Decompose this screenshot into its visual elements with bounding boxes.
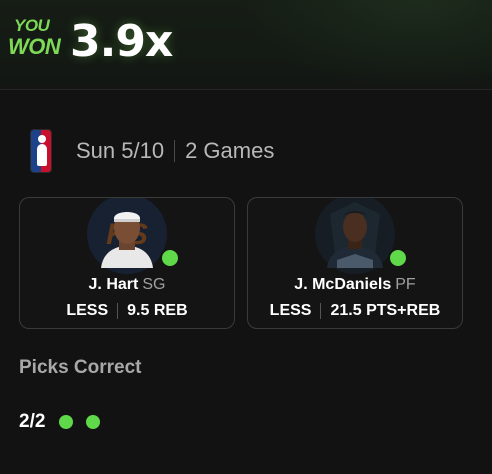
player-avatar-hart bbox=[101, 212, 153, 268]
pick-card-mcdaniels[interactable]: J. McDaniels PF LESS 21.5 PTS+REB bbox=[247, 197, 463, 329]
pick-stat: PTS+REB bbox=[366, 302, 441, 319]
game-date: Sun 5/10 bbox=[76, 138, 165, 163]
league-divider bbox=[174, 140, 176, 162]
pick-stat: REB bbox=[153, 302, 188, 319]
league-row: Sun 5/10 2 Games bbox=[30, 128, 274, 174]
player-name-text: J. McDaniels bbox=[294, 276, 392, 293]
player-name-text: J. Hart bbox=[88, 276, 139, 293]
pick-divider bbox=[320, 303, 322, 319]
pick-correct-icon bbox=[160, 248, 180, 268]
picks-correct-row: 2/2 bbox=[19, 411, 113, 433]
player-name: J. Hart SG bbox=[20, 276, 234, 294]
you-won-label: YOU WON bbox=[8, 16, 61, 59]
pick-value: 21.5 bbox=[330, 302, 362, 319]
games-count: 2 Games bbox=[185, 138, 275, 163]
you-won-line2: WON bbox=[8, 34, 61, 59]
picks-correct-count: 2/2 bbox=[19, 411, 46, 432]
pick-divider bbox=[117, 303, 119, 319]
payout-multiplier: 3.9x bbox=[70, 16, 173, 67]
pick-correct-icon bbox=[388, 248, 408, 268]
player-position: PF bbox=[395, 276, 416, 293]
pick-line: LESS 9.5 REB bbox=[20, 302, 234, 320]
pick-direction: LESS bbox=[66, 302, 109, 319]
pick-direction: LESS bbox=[269, 302, 312, 319]
pick-line: LESS 21.5 PTS+REB bbox=[248, 302, 462, 320]
you-won-line1: YOU bbox=[14, 16, 50, 35]
player-avatar-mcdaniels bbox=[327, 211, 383, 268]
result-header: YOU WON 3.9x bbox=[0, 0, 492, 90]
picks-correct-title: Picks Correct bbox=[19, 357, 142, 378]
player-name: J. McDaniels PF bbox=[248, 276, 462, 294]
player-position: SG bbox=[142, 276, 166, 293]
pick-result-dot bbox=[86, 415, 101, 429]
nba-logo-icon bbox=[30, 129, 52, 173]
pick-card-hart[interactable]: KS J. HartSG LESS 9.5 REB bbox=[19, 197, 235, 329]
pick-result-dot bbox=[59, 415, 74, 429]
pick-value: 9.5 bbox=[127, 302, 150, 319]
